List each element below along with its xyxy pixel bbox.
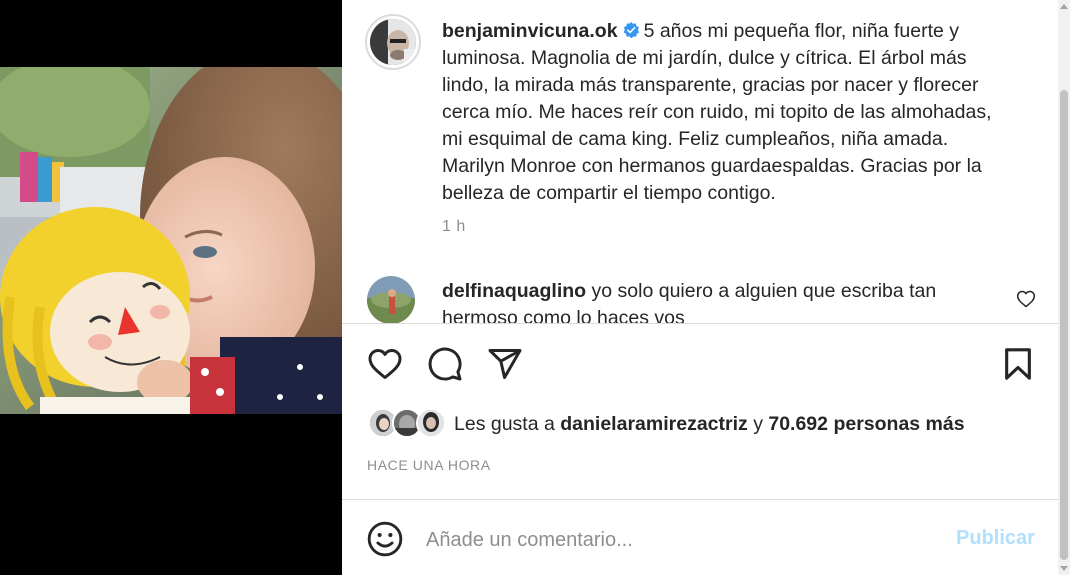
scrollbar-thumb[interactable] — [1060, 90, 1068, 560]
liker-avatars[interactable] — [368, 406, 448, 442]
likes-count[interactable]: 70.692 — [768, 413, 828, 435]
page-scrollbar[interactable] — [1058, 0, 1070, 575]
comments-scroll-area[interactable]: benjaminvicuna.ok 5 años mi pequeña flor,… — [342, 0, 1058, 323]
paper-plane-icon — [488, 349, 522, 379]
post-pane: benjaminvicuna.ok 5 años mi pequeña flor,… — [342, 0, 1058, 575]
commenter-avatar[interactable] — [367, 276, 415, 323]
likes-prefix: Les gusta a — [454, 413, 555, 435]
share-button[interactable] — [485, 344, 525, 384]
likes-suffix[interactable]: personas más — [833, 413, 964, 435]
divider — [342, 323, 1058, 324]
scroll-up-arrow-icon[interactable] — [1060, 4, 1068, 9]
caption-text: 5 años mi pequeña flor, niña fuerte y lu… — [442, 20, 992, 204]
post-caption: benjaminvicuna.ok 5 años mi pequeña flor,… — [442, 18, 1012, 207]
liker-username[interactable]: danielaramirezactriz — [560, 413, 748, 435]
publish-button[interactable]: Publicar — [956, 527, 1035, 550]
author-avatar[interactable] — [365, 14, 421, 70]
heart-icon — [368, 349, 402, 379]
comment-username[interactable]: delfinaquaglino — [442, 280, 586, 302]
comment-item: delfinaquaglino yo solo quiero a alguien… — [442, 278, 1002, 323]
scroll-down-arrow-icon[interactable] — [1060, 566, 1068, 571]
likes-summary: Les gusta a danielaramirezactriz y 70.69… — [454, 413, 965, 436]
bookmark-icon — [1005, 348, 1031, 380]
caption-time: 1 h — [442, 218, 466, 235]
divider — [342, 499, 1058, 500]
comment-button[interactable] — [425, 344, 465, 384]
save-button[interactable] — [998, 344, 1038, 384]
like-button[interactable] — [365, 344, 405, 384]
comment-input[interactable] — [426, 524, 946, 556]
likes-connector: y — [753, 413, 763, 435]
comment-heart-icon[interactable] — [1016, 289, 1036, 309]
post-timestamp[interactable]: HACE UNA HORA — [367, 457, 491, 473]
post-photo[interactable] — [0, 67, 342, 414]
emoji-button[interactable] — [366, 520, 404, 558]
liker-avatar — [416, 408, 446, 438]
verified-badge-icon — [623, 21, 639, 39]
author-username[interactable]: benjaminvicuna.ok — [442, 20, 618, 42]
smiley-icon — [367, 521, 403, 557]
comment-icon — [428, 347, 462, 381]
media-pane — [0, 0, 342, 575]
